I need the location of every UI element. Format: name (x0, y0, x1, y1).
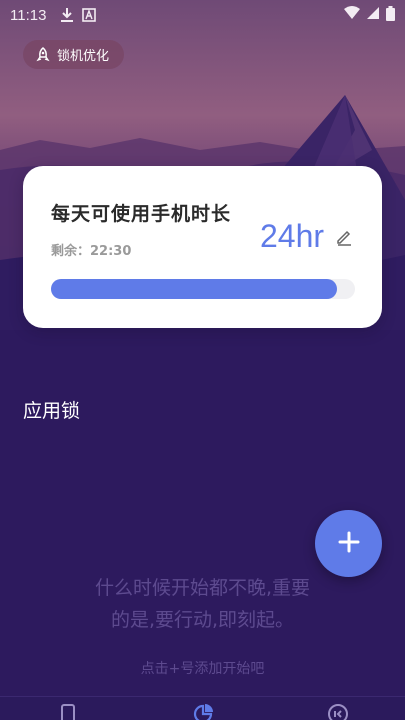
wifi-icon (344, 6, 360, 24)
remaining-label: 剩余： (51, 244, 91, 259)
signal-icon (366, 6, 380, 24)
empty-state-quote: 什么时候开始都不晚,重要 的是,要行动,即刻起。 (0, 572, 405, 636)
usage-progress-fill (51, 279, 337, 299)
status-bar: 11:13 (0, 0, 405, 30)
bottom-nav (0, 696, 405, 720)
app-screen: 11:13 锁机优化 每天可使用手机时长 剩余：22:30 24hr 应用锁 什… (0, 0, 405, 720)
battery-icon (386, 5, 395, 25)
pie-chart-icon[interactable] (192, 703, 214, 720)
plus-icon (338, 531, 360, 557)
lock-optimize-chip[interactable]: 锁机优化 (23, 40, 124, 69)
remaining-time: 剩余：22:30 (51, 240, 131, 259)
usage-card: 每天可使用手机时长 剩余：22:30 24hr (23, 166, 382, 328)
remaining-value: 22:30 (90, 244, 132, 259)
status-time: 11:13 (10, 6, 47, 24)
usage-card-title: 每天可使用手机时长 (51, 203, 232, 225)
pencil-icon[interactable] (335, 228, 353, 246)
lock-optimize-label: 锁机优化 (57, 49, 110, 64)
rocket-icon (35, 46, 51, 63)
add-app-button[interactable] (315, 510, 382, 577)
status-right-icons (344, 5, 395, 25)
profile-icon[interactable] (327, 703, 349, 720)
app-lock-title: 应用锁 (23, 400, 81, 422)
translate-icon (82, 8, 97, 22)
phone-icon[interactable] (57, 703, 79, 720)
empty-quote-line-1: 什么时候开始都不晚,重要 (94, 577, 311, 599)
empty-state-hint: 点击+号添加开始吧 (140, 661, 265, 677)
download-icon (60, 7, 74, 23)
daily-hours-value[interactable]: 24hr (260, 218, 324, 255)
usage-progress-track (51, 279, 355, 299)
empty-quote-line-2: 的是,要行动,即刻起。 (110, 609, 295, 631)
